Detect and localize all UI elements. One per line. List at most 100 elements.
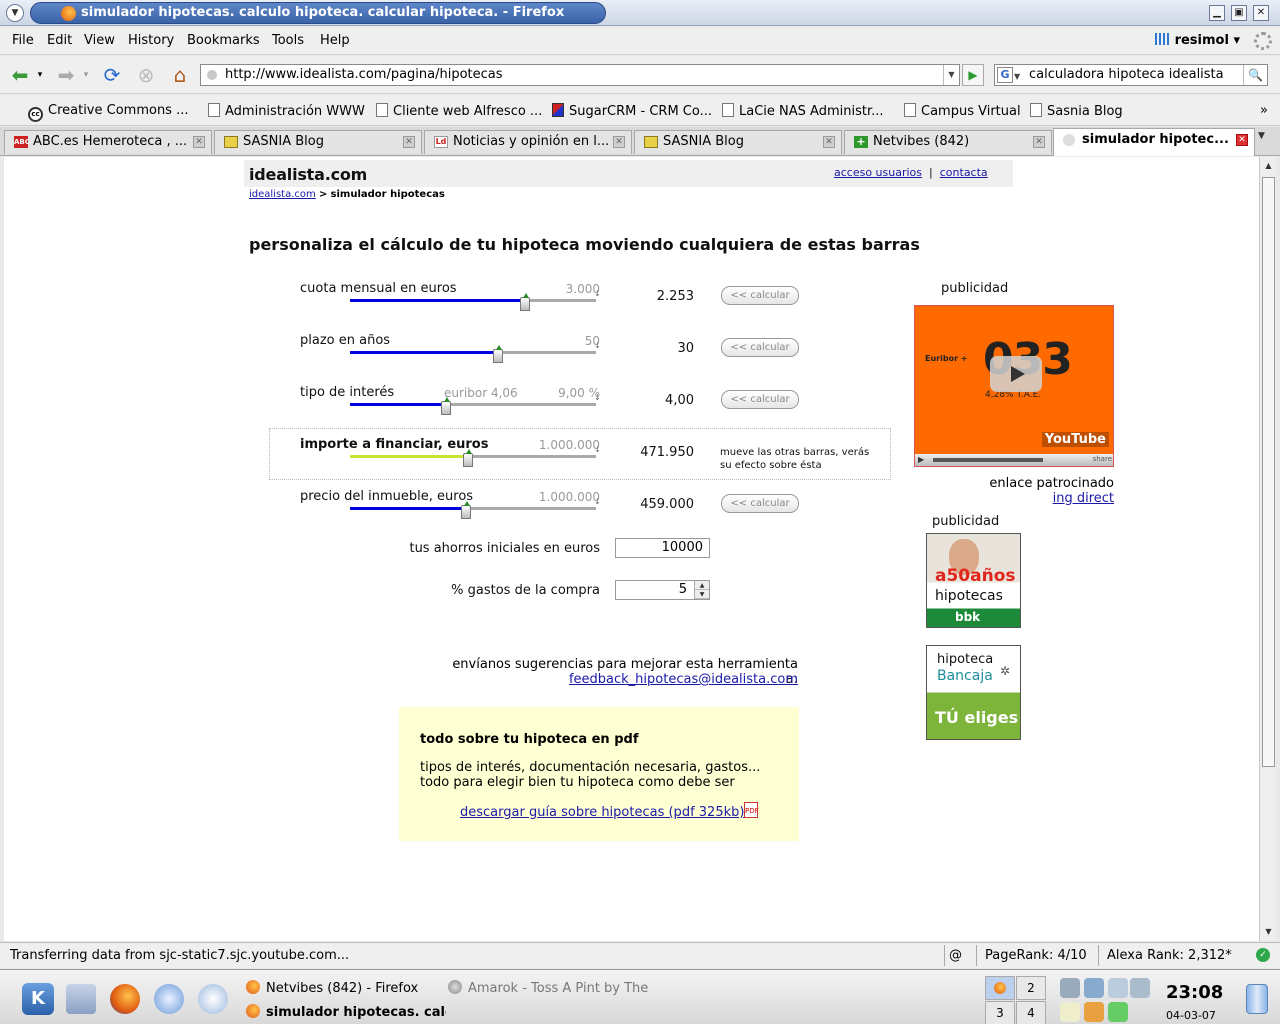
slider-handle[interactable]: [520, 293, 530, 311]
bbk-banner-ad[interactable]: a50años hipotecas bbk: [926, 533, 1021, 628]
volume-icon[interactable]: [1060, 978, 1080, 998]
clipboard-icon[interactable]: [1084, 978, 1104, 998]
trash-icon[interactable]: [1246, 984, 1268, 1014]
bookmark-alfresco[interactable]: Cliente web Alfresco ...: [376, 103, 542, 119]
tab-netvibes[interactable]: + Netvibes (842) ✕: [844, 130, 1052, 154]
expenses-input[interactable]: 5 ▲ ▼: [615, 580, 710, 600]
close-tab-icon[interactable]: ✕: [403, 136, 415, 148]
pdf-download-link[interactable]: descargar guía sobre hipotecas (pdf 325k…: [460, 805, 744, 820]
savings-input[interactable]: 10000: [615, 538, 710, 558]
bancaja-banner-ad[interactable]: hipoteca Bancaja ✲ TÚ eliges: [926, 645, 1021, 740]
update-icon[interactable]: [1108, 1002, 1128, 1022]
minimize-button[interactable]: ▁: [1209, 5, 1225, 21]
pagerank-indicator[interactable]: PageRank: 4/10: [976, 945, 1098, 966]
home-icon[interactable]: ⌂: [168, 63, 192, 87]
k-menu-icon[interactable]: K: [22, 983, 54, 1015]
video-progress-bar[interactable]: [933, 458, 1043, 462]
vertical-scrollbar[interactable]: ▲ ▼: [1259, 157, 1276, 941]
scroll-up-icon[interactable]: ▲: [1262, 159, 1275, 173]
forward-arrow-icon[interactable]: ➡: [54, 63, 78, 87]
close-tab-icon[interactable]: ✕: [193, 136, 205, 148]
pager-desktop-3[interactable]: 3: [985, 1001, 1015, 1024]
task-simulador[interactable]: simulador hipotecas. calc: [246, 1004, 446, 1020]
back-history-dropdown-icon[interactable]: ▾: [34, 63, 46, 87]
feedback-email[interactable]: feedback_hipotecas@idealista.com: [569, 672, 798, 687]
tab-sasnia-blog-2[interactable]: SASNIA Blog ✕: [634, 130, 842, 154]
menu-help[interactable]: Help: [320, 33, 350, 48]
task-amarok[interactable]: Amarok - Toss A Pint by The: [448, 980, 648, 996]
tab-simulador-hipotecas[interactable]: simulador hipotec... ✕: [1053, 128, 1255, 156]
klipper-icon[interactable]: [1060, 1002, 1080, 1022]
contact-link[interactable]: contacta: [940, 166, 988, 179]
bookmark-lacie-nas[interactable]: LaCie NAS Administr...: [722, 103, 884, 119]
tab-list-dropdown-icon[interactable]: ▼: [1258, 131, 1265, 141]
organizer-launcher-icon[interactable]: [198, 984, 228, 1014]
menu-edit[interactable]: Edit: [47, 33, 72, 48]
breadcrumb-home-link[interactable]: idealista.com: [249, 189, 316, 200]
stepper-up-icon[interactable]: ▲: [695, 581, 709, 590]
window-titlebar[interactable]: ▼ simulador hipotecas. calculo hipoteca.…: [0, 0, 1280, 26]
tab-abc-hemeroteca[interactable]: ABC ABC.es Hemeroteca , ... ✕: [4, 130, 212, 154]
close-tab-icon[interactable]: ✕: [613, 136, 625, 148]
feedback-email-link[interactable]: feedback_hipotecas@idealista.com: [448, 672, 798, 687]
search-engine-dropdown-icon[interactable]: ▼: [1014, 67, 1020, 87]
video-play-icon[interactable]: ▶: [918, 455, 924, 464]
bookmark-creative-commons[interactable]: cc Creative Commons ...: [28, 103, 189, 122]
tab-sasnia-blog-1[interactable]: SASNIA Blog ✕: [214, 130, 422, 154]
pdf-download-text[interactable]: descargar guía sobre hipotecas (pdf 325k…: [460, 805, 744, 820]
package-icon[interactable]: [1084, 1002, 1104, 1022]
alexa-rank-indicator[interactable]: Alexa Rank: 2,312*: [1098, 945, 1238, 966]
ing-direct-link[interactable]: ing direct: [1053, 491, 1114, 506]
at-sign-icon[interactable]: @: [944, 945, 972, 966]
slider-handle[interactable]: [463, 449, 473, 467]
calculate-button[interactable]: << calcular: [721, 286, 799, 305]
desktop-launcher-icon[interactable]: [66, 984, 96, 1014]
video-ad[interactable]: Euribor + 033 4,28% T.A.E. YouTube ▶ sha…: [914, 305, 1114, 467]
bookmark-administracion-www[interactable]: Administración WWW: [208, 103, 365, 119]
bookmark-campus-virtual[interactable]: Campus Virtual: [904, 103, 1021, 119]
url-bar[interactable]: http://www.idealista.com/pagina/hipoteca…: [200, 64, 960, 86]
scrollbar-thumb[interactable]: [1262, 177, 1275, 767]
pager-desktop-4[interactable]: 4: [1016, 1001, 1046, 1024]
pager-desktop-1[interactable]: [985, 976, 1015, 1000]
reload-icon[interactable]: ⟳: [100, 63, 124, 87]
check-ok-icon[interactable]: ✓: [1256, 948, 1270, 962]
access-users-link[interactable]: acceso usuarios: [834, 166, 922, 179]
back-arrow-icon[interactable]: ⬅: [8, 63, 32, 87]
search-icon[interactable]: 🔍: [1243, 65, 1267, 85]
close-tab-icon[interactable]: ✕: [1236, 134, 1248, 146]
calculate-button[interactable]: << calcular: [721, 338, 799, 357]
calculate-button[interactable]: << calcular: [721, 390, 799, 409]
bookmarks-overflow-chevron-icon[interactable]: »: [1260, 103, 1268, 118]
pdf-file-icon[interactable]: PDF: [744, 802, 759, 818]
url-history-dropdown-icon[interactable]: ▼: [943, 65, 959, 85]
scroll-down-icon[interactable]: ▼: [1262, 925, 1275, 939]
profile-menu[interactable]: resimol ▾: [1154, 33, 1240, 48]
window-menu-button[interactable]: ▼: [6, 4, 24, 22]
search-engine-icon[interactable]: G: [997, 67, 1013, 83]
sponsored-link[interactable]: ing direct: [984, 491, 1114, 506]
kmail-launcher-icon[interactable]: [154, 984, 184, 1014]
close-window-button[interactable]: ✕: [1253, 5, 1269, 21]
stop-icon[interactable]: ⊗: [134, 63, 158, 87]
close-tab-icon[interactable]: ✕: [823, 136, 835, 148]
youtube-logo[interactable]: YouTube: [1041, 432, 1109, 447]
forward-history-dropdown-icon[interactable]: ▾: [80, 63, 92, 87]
menu-file[interactable]: File: [12, 33, 34, 48]
tab-noticias-opinion[interactable]: Ld Noticias y opinión en l... ✕: [424, 130, 632, 154]
bookmark-sugarcrm[interactable]: SugarCRM - CRM Co...: [552, 103, 712, 119]
magnifier-icon[interactable]: [1108, 978, 1128, 998]
pager-desktop-2[interactable]: 2: [1016, 976, 1046, 1000]
task-netvibes[interactable]: Netvibes (842) - Firefox: [246, 980, 418, 996]
menu-history[interactable]: History: [128, 33, 174, 48]
slider-handle[interactable]: [441, 397, 451, 415]
bookmark-sasnia-blog[interactable]: Sasnia Blog: [1030, 103, 1123, 119]
site-logo[interactable]: idealista.com: [249, 165, 367, 184]
menu-bookmarks[interactable]: Bookmarks: [187, 33, 260, 48]
search-bar[interactable]: G ▼ calculadora hipoteca idealista 🔍: [994, 64, 1268, 86]
close-tab-icon[interactable]: ✕: [1033, 136, 1045, 148]
slider-handle[interactable]: [461, 501, 471, 519]
stepper-down-icon[interactable]: ▼: [695, 590, 709, 599]
slider-handle[interactable]: [493, 345, 503, 363]
expenses-stepper[interactable]: ▲ ▼: [694, 581, 709, 599]
